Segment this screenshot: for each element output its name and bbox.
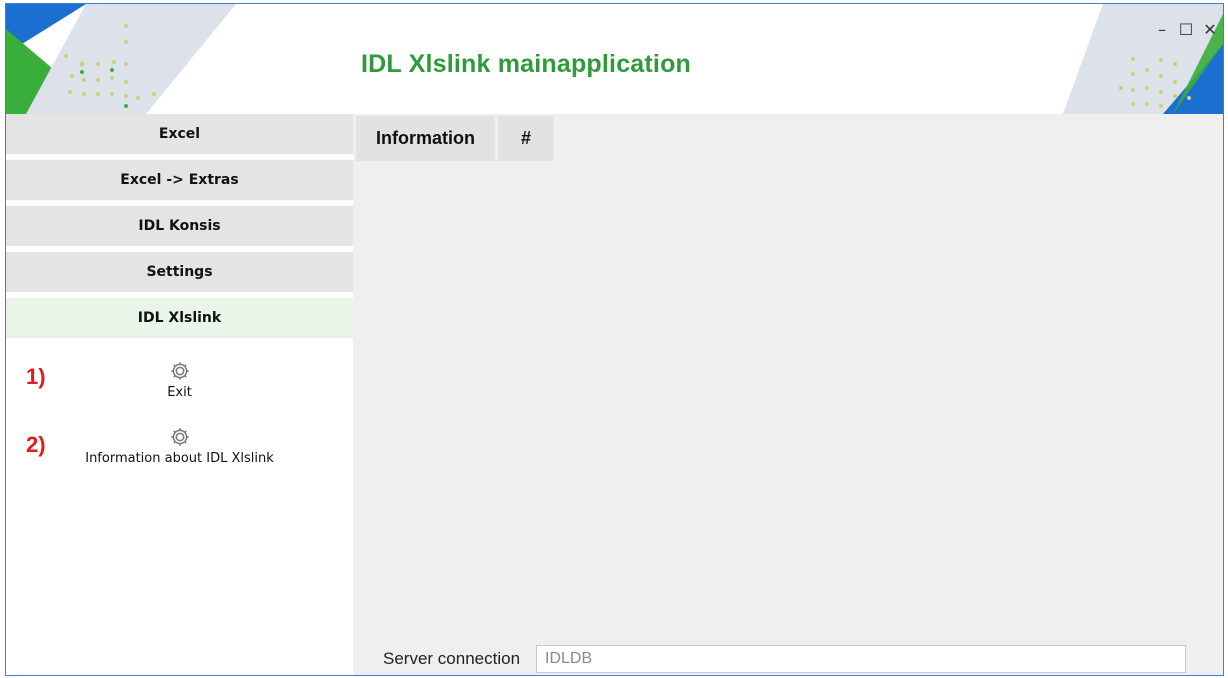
menu-settings-button[interactable]: Settings	[6, 252, 353, 292]
content-area: Information # Server connection	[353, 114, 1223, 675]
exit-item[interactable]: Exit	[6, 360, 353, 400]
app-header: IDL Xlslink mainapplication – ☐ ✕	[6, 4, 1223, 114]
information-item[interactable]: Information about IDL Xlslink	[6, 426, 353, 466]
content-tabs: Information #	[356, 116, 554, 161]
exit-label: Exit	[167, 385, 192, 400]
status-bar: Server connection	[353, 640, 1223, 675]
minimize-button[interactable]: –	[1153, 20, 1171, 39]
xlslink-submenu: 1) Exit 2) Information about IDL Xlslink	[6, 344, 353, 494]
menu-idl-xlslink-button[interactable]: IDL Xlslink	[6, 298, 353, 338]
tab-information[interactable]: Information	[356, 116, 495, 161]
app-title: IDL Xlslink mainapplication	[361, 50, 692, 78]
brand-logo-left	[6, 4, 236, 114]
menu-excel-extras-button[interactable]: Excel -> Extras	[6, 160, 353, 200]
server-connection-label: Server connection	[383, 648, 521, 668]
information-label: Information about IDL Xlslink	[85, 451, 274, 466]
maximize-button[interactable]: ☐	[1177, 20, 1195, 39]
app-window: IDL Xlslink mainapplication – ☐ ✕ Excel …	[5, 3, 1224, 676]
tab-hash[interactable]: #	[498, 116, 554, 161]
server-connection-field[interactable]	[536, 644, 1187, 673]
menu-excel-button[interactable]: Excel	[6, 114, 353, 154]
window-controls: – ☐ ✕	[1153, 18, 1223, 40]
sidebar: Excel Excel -> Extras IDL Konsis Setting…	[6, 114, 353, 675]
gear-icon	[170, 362, 189, 380]
gear-icon	[170, 428, 189, 446]
menu-idl-konsis-button[interactable]: IDL Konsis	[6, 206, 353, 246]
close-button[interactable]: ✕	[1201, 20, 1219, 39]
